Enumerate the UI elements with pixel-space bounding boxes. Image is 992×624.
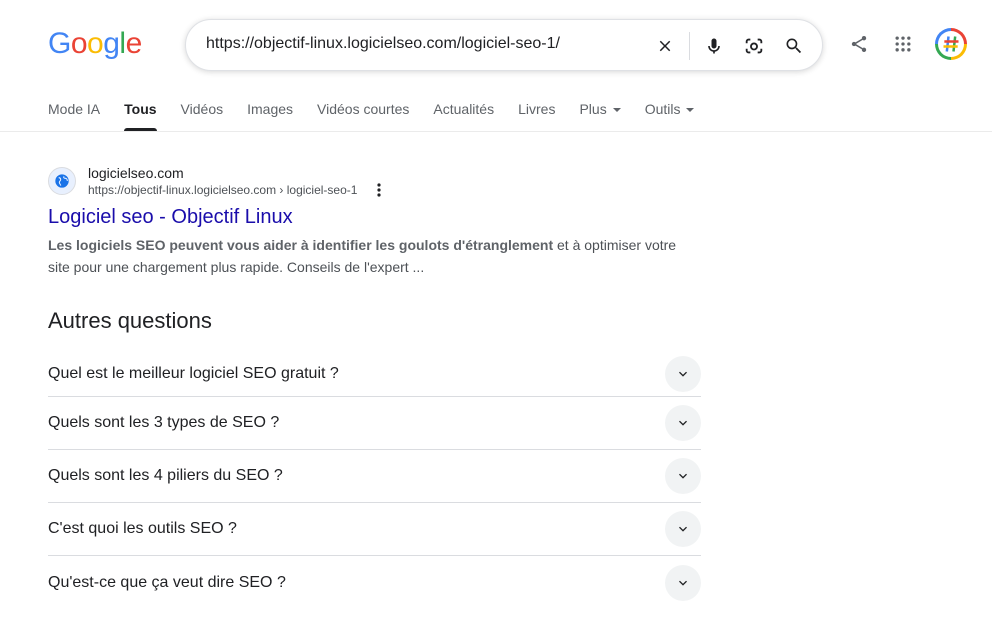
apps-grid-icon[interactable]	[889, 30, 917, 58]
tab-outils[interactable]: Outils	[645, 101, 695, 131]
microphone-icon[interactable]	[701, 33, 727, 59]
paa-list: Quel est le meilleur logiciel SEO gratui…	[48, 352, 701, 624]
logo-letter: G	[48, 27, 71, 60]
paa-question: Quels sont les 3 types de SEO ?	[48, 414, 280, 431]
more-vert-icon[interactable]	[371, 182, 387, 198]
people-also-ask: Autres questions Quel est le meilleur lo…	[48, 307, 701, 624]
google-logo[interactable]: Google	[48, 27, 142, 61]
tab-videos[interactable]: Vidéos	[181, 101, 224, 131]
search-result: logicielseo.com https://objectif-linux.l…	[48, 163, 708, 278]
tabs-divider	[0, 131, 992, 132]
result-site-text: logicielseo.com https://objectif-linux.l…	[88, 164, 387, 199]
paa-question: Qu'est-ce que ça veut dire SEO ?	[48, 573, 286, 591]
result-title-link[interactable]: Logiciel seo - Objectif Linux	[48, 204, 708, 230]
chevron-down-icon[interactable]	[665, 405, 701, 441]
globe-icon[interactable]	[48, 167, 76, 195]
chevron-down-icon[interactable]	[665, 458, 701, 494]
result-snippet: Les logiciels SEO peuvent vous aider à i…	[48, 234, 688, 278]
caret-down-icon	[612, 108, 621, 112]
caret-down-icon	[686, 108, 695, 112]
search-divider	[689, 32, 690, 60]
chevron-down-icon[interactable]	[665, 356, 701, 392]
logo-letter: e	[125, 27, 143, 60]
tab-label: Vidéos courtes	[317, 101, 410, 117]
result-url[interactable]: https://objectif-linux.logicielseo.com ›…	[88, 182, 357, 199]
chevron-down-icon[interactable]	[665, 564, 701, 601]
tab-label: Tous	[124, 101, 157, 117]
tab-label: Outils	[644, 101, 681, 117]
search-icon[interactable]	[781, 33, 807, 59]
paa-question-item[interactable]: C'est quoi les outils SEO ?	[48, 503, 701, 556]
paa-question-item[interactable]: Quels sont les 4 piliers du SEO ?	[48, 450, 701, 503]
tab-mode-ia[interactable]: Mode IA	[48, 101, 100, 131]
paa-question: Quel est le meilleur logiciel SEO gratui…	[48, 365, 339, 382]
tab-tous[interactable]: Tous	[124, 101, 157, 131]
paa-question: C'est quoi les outils SEO ?	[48, 520, 237, 537]
avatar[interactable]	[935, 28, 967, 60]
tab-label: Mode IA	[48, 101, 101, 117]
paa-question-item[interactable]: Qu'est-ce que ça veut dire SEO ?	[48, 556, 701, 609]
logo-letter: o	[87, 27, 104, 60]
logo-letter: o	[70, 27, 88, 60]
search-tabs: Mode IA Tous Vidéos Images Vidéos courte…	[48, 101, 718, 131]
logo-letter: g	[103, 27, 120, 60]
share-icon[interactable]	[845, 30, 873, 58]
lens-camera-icon[interactable]	[741, 33, 767, 59]
tab-videos-courtes[interactable]: Vidéos courtes	[317, 101, 409, 131]
paa-question: Quels sont les 4 piliers du SEO ?	[48, 467, 283, 484]
result-site-name[interactable]: logicielseo.com	[88, 164, 387, 182]
result-site-row: logicielseo.com https://objectif-linux.l…	[48, 163, 708, 199]
tab-actualites[interactable]: Actualités	[433, 101, 494, 131]
tab-livres[interactable]: Livres	[518, 101, 555, 131]
paa-question-item[interactable]: Quels sont les 3 types de SEO ?	[48, 397, 701, 450]
hashtag-icon	[938, 31, 964, 57]
paa-title: Autres questions	[48, 308, 212, 333]
result-url-row: https://objectif-linux.logicielseo.com ›…	[88, 182, 387, 199]
tab-label: Plus	[579, 101, 607, 117]
tab-label: Vidéos	[180, 101, 224, 117]
chevron-down-icon[interactable]	[665, 511, 701, 547]
search-input[interactable]: https://objectif-linux.logicielseo.com/l…	[206, 35, 560, 53]
tab-label: Images	[247, 101, 294, 117]
tab-label: Livres	[518, 101, 556, 117]
tab-images[interactable]: Images	[247, 101, 293, 131]
tab-plus[interactable]: Plus	[579, 101, 621, 131]
paa-question-item[interactable]: Quel est le meilleur logiciel SEO gratui…	[48, 352, 701, 397]
tab-label: Actualités	[433, 101, 495, 117]
search-box[interactable]: https://objectif-linux.logicielseo.com/l…	[185, 19, 823, 71]
snippet-bold: Les logiciels SEO peuvent vous aider à i…	[48, 237, 554, 253]
clear-icon[interactable]	[652, 33, 678, 59]
